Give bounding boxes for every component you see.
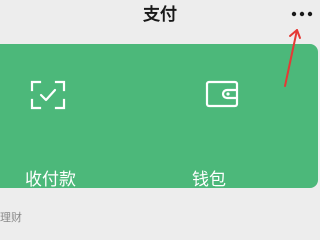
more-dots-icon: [291, 11, 313, 17]
nav-bar: 支付: [0, 0, 320, 34]
receive-pay-button[interactable]: 收付款: [0, 44, 159, 190]
wallet-icon: [205, 80, 239, 108]
more-button[interactable]: [288, 6, 316, 22]
payment-services-card: 收付款 钱包: [0, 44, 318, 190]
receive-pay-label: 收付款: [25, 170, 76, 190]
scan-check-icon: [30, 80, 66, 110]
section-label-wealth: 理财: [0, 211, 22, 224]
wallet-label: 钱包: [192, 170, 226, 190]
payment-screen: 支付 收付款 钱包 理财: [0, 0, 320, 240]
page-title: 支付: [143, 5, 177, 25]
wallet-button[interactable]: 钱包: [159, 44, 318, 190]
